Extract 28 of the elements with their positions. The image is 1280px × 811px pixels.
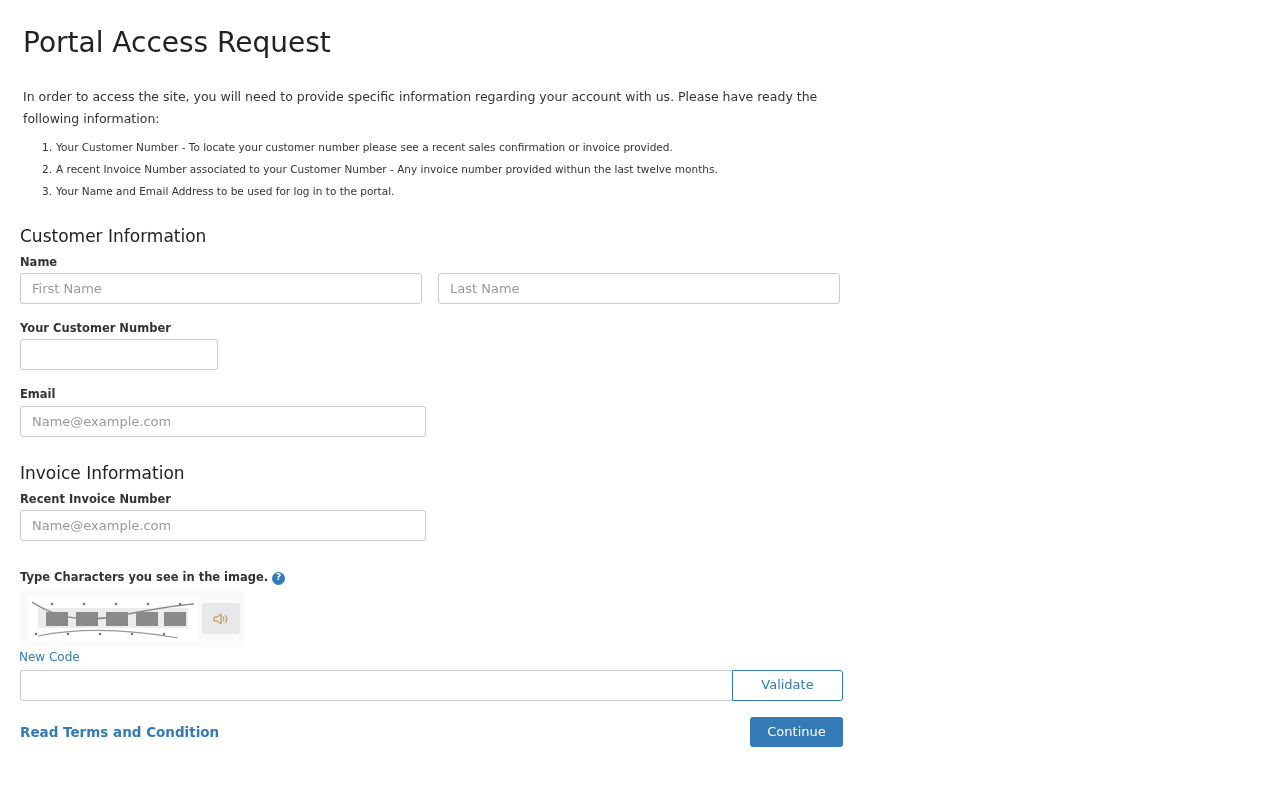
input-field[interactable]: Name@example.com [20, 405, 426, 437]
intro-text: In order to access the site, you will need to provide specific information regarding your account with us. Please have ready the following information: [23, 87, 819, 128]
field-label: Type Characters you see in the image. [20, 569, 269, 587]
continue-button[interactable]: Continue [750, 716, 843, 747]
help-icon[interactable]: ? [272, 571, 286, 585]
section-heading: Customer Information [20, 225, 208, 246]
speaker-icon [213, 612, 229, 625]
field-label: Recent Invoice Number [20, 491, 172, 509]
input-field[interactable] [20, 339, 218, 371]
requirement-item: Your Name and Email Address to be used for log in to the portal. [56, 183, 395, 199]
input-field[interactable]: First Name [20, 273, 422, 305]
new-code-link[interactable]: New Code [19, 647, 80, 666]
input-field[interactable]: Name@example.com [20, 510, 426, 542]
list-number: 2. [42, 161, 53, 177]
page-title: Portal Access Request [23, 26, 332, 60]
section-heading: Invoice Information [20, 462, 186, 484]
validate-button[interactable]: Validate [732, 669, 843, 701]
requirement-item: Your Customer Number - To locate your customer number please see a recent sales confirmation or invoice provided. [56, 139, 673, 155]
audio-button[interactable] [202, 603, 240, 635]
input-field[interactable]: Last Name [438, 273, 840, 305]
field-label: Your Customer Number [20, 320, 172, 338]
input-field[interactable] [20, 669, 732, 701]
list-number: 1. [42, 139, 53, 155]
list-number: 3. [42, 183, 53, 199]
field-label: Email [20, 386, 57, 404]
field-label: Name [20, 254, 59, 271]
terms-link[interactable]: Read Terms and Condition [20, 721, 220, 742]
requirement-item: A recent Invoice Number associated to your Customer Number - Any invoice number provided withun the last twelve months. [56, 161, 718, 177]
